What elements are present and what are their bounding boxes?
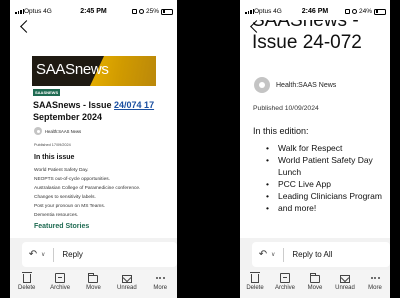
more-icon [370,273,380,283]
action-toolbar: Delete Archive Move Unread More [10,270,177,298]
right-phone-screen: Optus 4G 2:46 PM 24% SAASnews - Issue 24… [240,0,390,298]
alarm-icon [138,9,144,14]
author-row: Health:SAAS News [34,127,81,135]
published-date: Published 10/09/2024 [253,105,319,112]
battery-percent: 25% [145,8,159,15]
reply-icon: ↶ [28,249,38,260]
author-name: Health:SAAS News [276,81,337,89]
mail-icon [121,275,132,283]
reply-button[interactable]: ↶ ∨ Reply [22,242,177,267]
status-bar-overlay: Optus 4G 2:46 PM 24% [240,0,390,20]
list-item: World Patient Safety Day. [34,168,89,173]
list-item: Post your pronoun on MS Teams. [34,204,106,210]
list-item: NEOPTS out-of-cycle opportunities. [34,177,110,183]
action-toolbar: Delete Archive Move Unread More [240,270,390,298]
avatar [34,127,42,135]
reply-bar: ↶ ∨ Reply to All [240,238,390,270]
chevron-down-icon[interactable]: ∨ [41,251,45,258]
delete-button[interactable]: Delete [13,272,41,291]
move-button[interactable]: Move [79,273,107,291]
archive-icon [55,273,66,283]
list-item: PCC Live App [266,178,384,190]
featured-stories-heading: Featured Stories [34,223,90,230]
folder-icon [310,273,320,283]
author-row: Health:SAAS News [254,77,336,93]
battery-icon [161,8,173,15]
section-heading: In this issue [34,154,75,161]
list-item: World Patient Safety Day Lunch [266,154,384,178]
archive-button[interactable]: Archive [46,273,74,291]
section-heading: In this edition: [253,126,309,136]
reply-all-icon: ↶ [258,249,268,260]
edition-items: Walk for Respect World Patient Safety Da… [266,142,384,214]
mail-icon [340,275,350,283]
list-item: Changes to sensitivity labels. [34,195,96,201]
unread-button[interactable]: Unread [331,273,359,291]
reply-all-button[interactable]: ↶ ∨ Reply to All [252,242,390,267]
more-button[interactable]: More [146,273,174,291]
folder-icon [88,273,99,283]
unread-button[interactable]: Unread [113,273,141,291]
list-item: and more! [266,202,384,214]
avatar [254,77,270,93]
author-name: Health:SAAS News [45,128,82,134]
list-item: Walk for Respect [266,142,384,154]
published-date: Published 17/09/2024 [34,143,71,147]
email-title: SAASnews - Issue 24/074 17 September 202… [33,100,155,122]
archive-icon [280,273,290,283]
left-phone-screen: Optus 4G 2:45 PM 25% SAASnews SAASNEWS S… [10,0,177,298]
issue-items: World Patient Safety Day. NEOPTS out-of-… [34,166,140,221]
reply-label: Reply [62,250,83,259]
list-item: Australasian College of Paramedicine con… [34,186,141,192]
list-item: Leading Clinicians Program [266,190,384,202]
title-issue: Issue 24-072 [252,32,362,53]
move-button[interactable]: Move [301,273,329,291]
issue-link[interactable]: 24/074 17 [114,100,154,110]
status-bar: Optus 4G 2:45 PM 25% [10,0,177,20]
archive-button[interactable]: Archive [271,273,299,291]
more-icon [155,273,165,283]
chevron-down-icon[interactable]: ∨ [271,251,275,258]
banner-logo: SAASnews [36,61,109,78]
trash-icon [250,272,260,283]
newsletter-banner: SAASnews [32,56,156,86]
delete-button[interactable]: Delete [241,272,269,291]
list-item: Dementia resources. [34,213,79,219]
more-button[interactable]: More [361,273,389,291]
reply-bar: ↶ ∨ Reply [10,238,177,270]
reply-label: Reply to All [292,250,333,259]
trash-icon [21,272,32,283]
back-chevron-icon[interactable] [20,20,33,33]
newsletter-badge: SAASNEWS [33,89,61,96]
screen-lock-icon [131,9,137,14]
